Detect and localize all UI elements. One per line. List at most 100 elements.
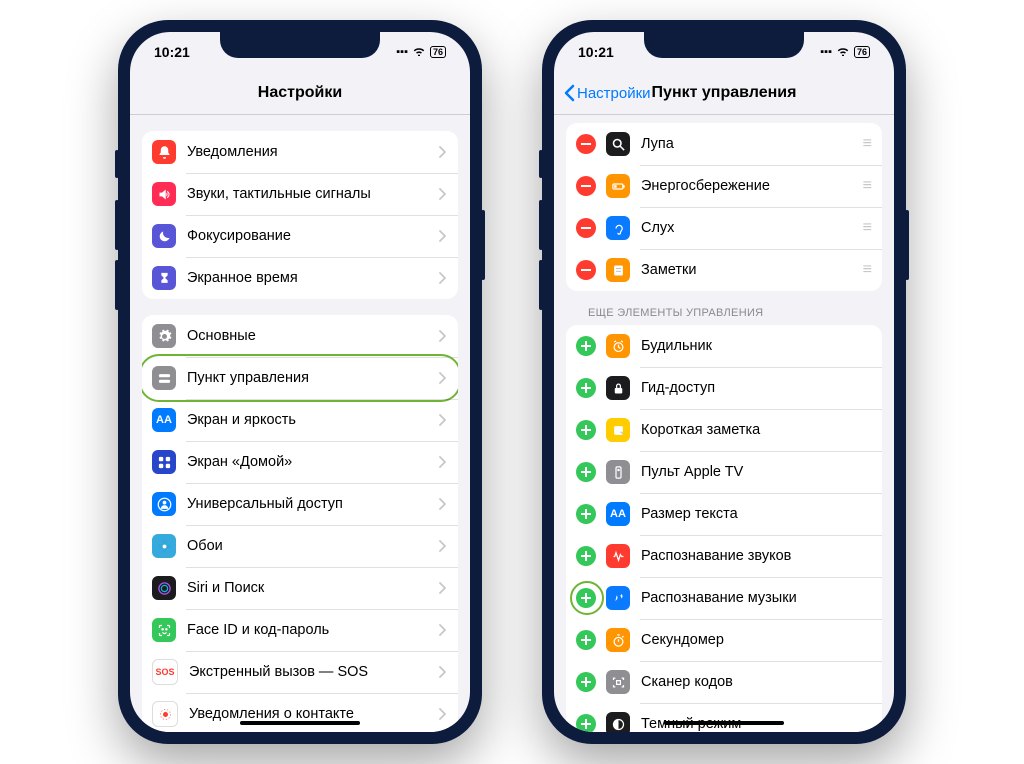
control-row-textsize[interactable]: AAРазмер текста bbox=[566, 493, 882, 535]
included-controls-group: Лупа≡Энергосбережение≡Слух≡Заметки≡ bbox=[566, 123, 882, 291]
back-label: Настройки bbox=[577, 85, 651, 102]
control-row-soundrec[interactable]: Распознавание звуков bbox=[566, 535, 882, 577]
add-button[interactable] bbox=[576, 546, 596, 566]
remote-icon bbox=[606, 460, 630, 484]
row-label: Звуки, тактильные сигналы bbox=[187, 186, 439, 203]
settings-group-1: Уведомления Звуки, тактильные сигналы Фоку… bbox=[142, 131, 458, 299]
notch bbox=[220, 32, 380, 58]
add-button[interactable] bbox=[576, 378, 596, 398]
row-label: Гид-доступ bbox=[641, 380, 870, 397]
chevron-right-icon bbox=[439, 372, 446, 384]
control-row-shazam[interactable]: Распознавание музыки bbox=[566, 577, 882, 619]
ear-icon bbox=[606, 216, 630, 240]
home-indicator[interactable] bbox=[664, 721, 784, 726]
remove-button[interactable] bbox=[576, 218, 596, 238]
phone-left: 10:21 ▪▪▪ 76 Настройки УведомленияЗвуки,… bbox=[118, 20, 482, 744]
chevron-right-icon bbox=[439, 330, 446, 342]
more-controls-group: Будильник Гид-доступ Короткая заметкаПульт… bbox=[566, 325, 882, 732]
status-indicators: ▪▪▪ 76 bbox=[820, 45, 870, 59]
drag-handle-icon[interactable]: ≡ bbox=[863, 261, 870, 279]
wave-icon bbox=[606, 544, 630, 568]
alarm-icon bbox=[606, 334, 630, 358]
row-label: Siri и Поиск bbox=[187, 580, 439, 597]
settings-row-display[interactable]: AAЭкран и яркость bbox=[142, 399, 458, 441]
settings-row-sos[interactable]: SOSЭкстренный вызов — SOS bbox=[142, 651, 458, 693]
magnify-icon bbox=[606, 132, 630, 156]
drag-handle-icon[interactable]: ≡ bbox=[863, 219, 870, 237]
control-row-lowpower[interactable]: Энергосбережение≡ bbox=[566, 165, 882, 207]
settings-row-faceid[interactable]: Face ID и код-пароль bbox=[142, 609, 458, 651]
settings-row-wallpaper[interactable]: Обои bbox=[142, 525, 458, 567]
chevron-right-icon bbox=[439, 414, 446, 426]
more-controls-header: ЕЩЕ ЭЛЕМЕНТЫ УПРАВЛЕНИЯ bbox=[566, 291, 882, 325]
add-button[interactable] bbox=[576, 630, 596, 650]
note-icon bbox=[606, 258, 630, 282]
add-button[interactable] bbox=[576, 504, 596, 524]
back-button[interactable]: Настройки bbox=[564, 84, 651, 102]
chevron-right-icon bbox=[439, 146, 446, 158]
home-indicator[interactable] bbox=[240, 721, 360, 726]
add-button[interactable] bbox=[576, 420, 596, 440]
screen-left: 10:21 ▪▪▪ 76 Настройки УведомленияЗвуки,… bbox=[130, 32, 470, 732]
chevron-right-icon bbox=[439, 498, 446, 510]
phone-right: 10:21 ▪▪▪ 76 Настройки Пункт управления … bbox=[542, 20, 906, 744]
control-row-darkmode[interactable]: Темный режим bbox=[566, 703, 882, 732]
remove-button[interactable] bbox=[576, 176, 596, 196]
add-button[interactable] bbox=[576, 714, 596, 732]
siri-icon bbox=[152, 576, 176, 600]
settings-row-screentime[interactable]: Экранное время bbox=[142, 257, 458, 299]
settings-row-siri[interactable]: Siri и Поиск bbox=[142, 567, 458, 609]
moon-icon bbox=[152, 224, 176, 248]
control-row-hearing[interactable]: Слух≡ bbox=[566, 207, 882, 249]
gear-icon bbox=[152, 324, 176, 348]
add-button[interactable] bbox=[576, 672, 596, 692]
settings-row-general[interactable]: Основные bbox=[142, 315, 458, 357]
row-label: Экран «Домой» bbox=[187, 454, 439, 471]
nav-bar: Настройки Пункт управления bbox=[554, 72, 894, 115]
face-icon bbox=[152, 618, 176, 642]
control-row-scanner[interactable]: Сканер кодов bbox=[566, 661, 882, 703]
chevron-right-icon bbox=[439, 666, 446, 678]
settings-row-control-center[interactable]: Пункт управления bbox=[142, 357, 458, 399]
remove-button[interactable] bbox=[576, 260, 596, 280]
settings-row-notifications[interactable]: Уведомления bbox=[142, 131, 458, 173]
cellular-icon: ▪▪▪ bbox=[396, 46, 408, 58]
chevron-right-icon bbox=[439, 582, 446, 594]
remove-button[interactable] bbox=[576, 134, 596, 154]
control-row-alarm[interactable]: Будильник bbox=[566, 325, 882, 367]
control-row-quicknote[interactable]: Короткая заметка bbox=[566, 409, 882, 451]
row-label: Лупа bbox=[641, 136, 863, 153]
settings-row-home[interactable]: Экран «Домой» bbox=[142, 441, 458, 483]
battery-icon: 76 bbox=[854, 46, 870, 58]
add-button[interactable] bbox=[576, 336, 596, 356]
page-title: Пункт управления bbox=[652, 84, 797, 102]
control-center-list[interactable]: Лупа≡Энергосбережение≡Слух≡Заметки≡ ЕЩЕ … bbox=[554, 115, 894, 732]
settings-group-2: ОсновныеПункт управленияAAЭкран и яркост… bbox=[142, 315, 458, 732]
wifi-icon bbox=[836, 45, 850, 59]
qr-icon bbox=[606, 670, 630, 694]
sos-icon: SOS bbox=[152, 659, 178, 685]
row-label: Распознавание звуков bbox=[641, 548, 870, 565]
control-row-magnifier[interactable]: Лупа≡ bbox=[566, 123, 882, 165]
add-button[interactable] bbox=[576, 462, 596, 482]
drag-handle-icon[interactable]: ≡ bbox=[863, 177, 870, 195]
control-row-guided[interactable]: Гид-доступ bbox=[566, 367, 882, 409]
drag-handle-icon[interactable]: ≡ bbox=[863, 135, 870, 153]
control-row-appletv[interactable]: Пульт Apple TV bbox=[566, 451, 882, 493]
settings-row-focus[interactable]: Фокусирование bbox=[142, 215, 458, 257]
settings-row-accessibility[interactable]: Универсальный доступ bbox=[142, 483, 458, 525]
settings-row-exposure[interactable]: Уведомления о контакте bbox=[142, 693, 458, 732]
grid-icon bbox=[152, 450, 176, 474]
control-row-stopwatch[interactable]: Секундомер bbox=[566, 619, 882, 661]
status-indicators: ▪▪▪ 76 bbox=[396, 45, 446, 59]
settings-list[interactable]: Уведомления Звуки, тактильные сигналы Фоку… bbox=[130, 115, 470, 732]
wifi-icon bbox=[412, 45, 426, 59]
bell-icon bbox=[152, 140, 176, 164]
control-row-notes[interactable]: Заметки≡ bbox=[566, 249, 882, 291]
shazam-icon bbox=[606, 586, 630, 610]
row-label: Секундомер bbox=[641, 632, 870, 649]
row-label: Заметки bbox=[641, 262, 863, 279]
status-time: 10:21 bbox=[578, 44, 614, 60]
settings-row-sounds[interactable]: Звуки, тактильные сигналы bbox=[142, 173, 458, 215]
add-button[interactable] bbox=[576, 588, 596, 608]
